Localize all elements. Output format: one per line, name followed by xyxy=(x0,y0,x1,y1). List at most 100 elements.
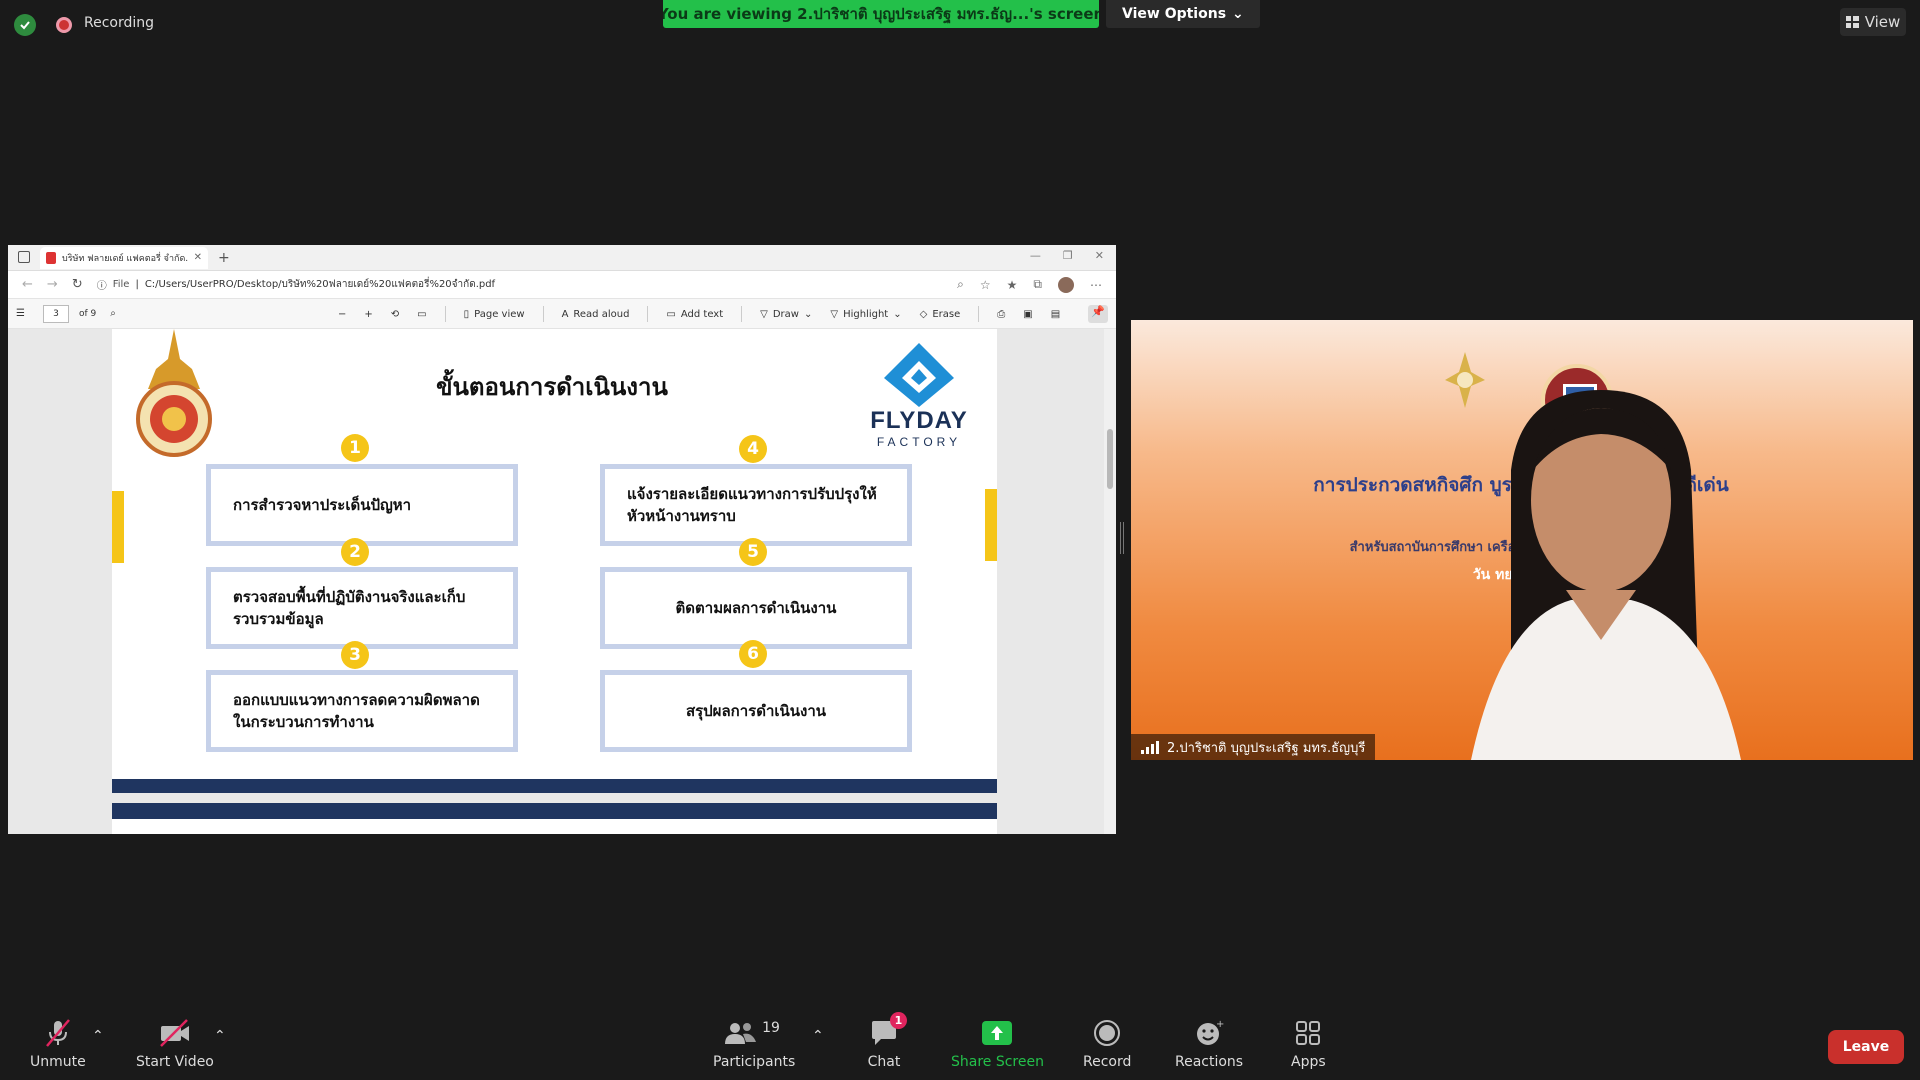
add-text-button[interactable]: ▭ Add text xyxy=(666,309,723,320)
forward-icon[interactable]: → xyxy=(47,277,58,292)
close-icon[interactable]: ✕ xyxy=(1095,249,1104,262)
chat-button[interactable]: 1 Chat xyxy=(867,1012,907,1070)
highlight-button[interactable]: ▽ Highlight ⌄ xyxy=(830,309,901,320)
leave-button[interactable]: Leave xyxy=(1828,1030,1904,1064)
refresh-icon[interactable]: ↻ xyxy=(72,277,83,292)
erase-button[interactable]: ◇ Erase xyxy=(920,309,961,320)
address-field[interactable]: ⓘ File | C:/Users/UserPRO/Desktop/บริษัท… xyxy=(97,277,943,292)
share-screen-label: Share Screen xyxy=(951,1054,1044,1070)
browser-tab[interactable]: บริษัท ฟลายเดย์ แฟคตอรี่ จำกัด.pdf ✕ xyxy=(40,246,208,269)
browser-tab-bar: บริษัท ฟลายเดย์ แฟคตอรี่ จำกัด.pdf ✕ + —… xyxy=(8,245,1116,271)
security-shield-icon[interactable] xyxy=(14,14,36,36)
recording-label: Recording xyxy=(84,15,155,31)
read-aloud-icon: A xyxy=(561,308,569,320)
reactions-label: Reactions xyxy=(1175,1054,1244,1070)
participants-button[interactable]: 19 Participants xyxy=(713,1018,795,1070)
pdf-page: ขั้นตอนการดำเนินงาน FLYDAY FACTORY 1 การ… xyxy=(112,329,997,793)
contents-icon[interactable]: ☰ xyxy=(16,308,25,319)
address-bar: ← → ↻ ⓘ File | C:/Users/UserPRO/Desktop/… xyxy=(8,271,1116,299)
chevron-down-icon: ⌄ xyxy=(803,308,813,320)
participant-name-tag: 2.ปาริชาติ บุญประเสริฐ มทร.ธัญบุรี xyxy=(1131,734,1376,760)
print-icon[interactable]: ⎙ xyxy=(997,309,1005,320)
signal-strength-icon xyxy=(1141,740,1159,754)
grid-view-icon xyxy=(1845,16,1859,28)
view-options-button[interactable]: View Options ⌄ xyxy=(1106,0,1260,28)
back-icon[interactable]: ← xyxy=(22,277,33,292)
next-pdf-page xyxy=(112,803,997,834)
participant-video[interactable]: การประกวดสหกิจศึก บูรณาการกับการทำงานดีเ… xyxy=(1131,320,1913,760)
step-box: ตรวจสอบพื้นที่ปฏิบัติงานจริงและเก็บรวบรว… xyxy=(206,567,518,649)
profile-avatar[interactable] xyxy=(1058,276,1074,293)
share-screen-button[interactable]: Share Screen xyxy=(951,1018,1044,1070)
draw-button[interactable]: ▽ Draw ⌄ xyxy=(760,309,812,320)
rotate-icon[interactable]: ⟲ xyxy=(391,309,399,320)
view-button[interactable]: View xyxy=(1840,8,1906,36)
record-button[interactable]: Record xyxy=(1083,1018,1131,1070)
save-icon[interactable]: ▣ xyxy=(1023,309,1032,320)
favorites-list-icon[interactable]: ★ xyxy=(1007,278,1018,292)
chat-badge: 1 xyxy=(890,1012,907,1029)
maximize-icon[interactable]: ❐ xyxy=(1063,249,1073,262)
read-aloud-button[interactable]: A Read aloud xyxy=(562,309,630,320)
reactions-button[interactable]: + Reactions xyxy=(1175,1018,1243,1070)
logo-line1: FLYDAY xyxy=(870,407,968,434)
meeting-toolbar: Unmute ⌃ Start Video ⌃ 19 Participants ⌃… xyxy=(0,1004,1920,1080)
page-number-input[interactable]: 3 xyxy=(42,304,69,323)
view-options-label: View Options xyxy=(1122,6,1227,22)
view-label: View xyxy=(1864,13,1901,31)
search-icon[interactable]: ⌕ xyxy=(110,308,116,319)
start-video-label: Start Video xyxy=(136,1054,214,1070)
step-number: 2 xyxy=(341,538,369,566)
window-controls: — ❐ ✕ xyxy=(1030,249,1104,262)
zoom-in-icon[interactable]: + xyxy=(364,309,372,320)
apps-button[interactable]: Apps xyxy=(1291,1018,1326,1070)
participant-person xyxy=(1471,390,1741,760)
address-prefix: File xyxy=(112,279,130,290)
scrollbar[interactable] xyxy=(1104,329,1116,834)
divider: | xyxy=(135,279,139,290)
participant-name: 2.ปาริชาติ บุญประเสริฐ มทร.ธัญบุรี xyxy=(1167,740,1366,756)
step-box: ติดตามผลการดำเนินงาน xyxy=(600,567,912,649)
step-box: ออกแบบแนวทางการลดความผิดพลาดในกระบวนการท… xyxy=(206,670,518,752)
pin-toolbar-icon[interactable]: 📌 xyxy=(1088,305,1108,323)
browser-actions: ⌕ ☆ ★ ⧉ ⋯ xyxy=(957,276,1102,293)
video-options-chevron-icon[interactable]: ⌃ xyxy=(214,1028,226,1044)
info-icon: ⓘ xyxy=(96,281,107,292)
viewing-banner: You are viewing 2.ปาริชาติ บุญประเสริฐ ม… xyxy=(663,0,1099,28)
apps-icon xyxy=(1291,1018,1325,1048)
favorite-icon[interactable]: ☆ xyxy=(980,278,991,292)
chevron-down-icon: ⌄ xyxy=(1232,6,1244,22)
more-icon[interactable]: ⋯ xyxy=(1090,278,1102,292)
apps-label: Apps xyxy=(1291,1054,1326,1070)
fit-page-icon[interactable]: ▭ xyxy=(417,309,426,320)
unmute-label: Unmute xyxy=(30,1054,86,1070)
page-view-button[interactable]: ▯ Page view xyxy=(464,309,525,320)
unmute-button[interactable]: Unmute xyxy=(30,1018,86,1070)
step-number: 3 xyxy=(341,641,369,669)
participants-count: 19 xyxy=(762,1020,780,1036)
pdf-document-area[interactable]: ขั้นตอนการดำเนินงาน FLYDAY FACTORY 1 การ… xyxy=(8,329,1116,834)
pdf-tools: − + ⟲ ▭ ▯ Page view A Read aloud ▭ Add text… xyxy=(338,299,1060,329)
sidebar-toggle-icon[interactable] xyxy=(18,251,30,263)
participants-options-chevron-icon[interactable]: ⌃ xyxy=(812,1028,824,1044)
minimize-icon[interactable]: — xyxy=(1030,249,1041,262)
step-box: สรุปผลการดำเนินงาน xyxy=(600,670,912,752)
zoom-out-icon[interactable]: − xyxy=(338,309,346,320)
zoom-icon[interactable]: ⌕ xyxy=(957,277,964,292)
recording-icon xyxy=(56,17,72,33)
svg-text:+: + xyxy=(1216,1019,1224,1030)
top-bar: Recording You are viewing 2.ปาริชาติ บุญ… xyxy=(0,0,1920,50)
splitter-handle[interactable] xyxy=(1120,522,1124,554)
tab-title: บริษัท ฟลายเดย์ แฟคตอรี่ จำกัด.pdf xyxy=(62,253,188,264)
logo-line2: FACTORY xyxy=(876,435,962,449)
save-as-icon[interactable]: ▤ xyxy=(1051,309,1060,320)
audio-options-chevron-icon[interactable]: ⌃ xyxy=(92,1028,104,1044)
new-tab-icon[interactable]: + xyxy=(218,250,230,266)
flyday-logo: FLYDAY FACTORY xyxy=(864,341,974,451)
tab-close-icon[interactable]: ✕ xyxy=(194,252,202,263)
participants-label: Participants xyxy=(713,1054,796,1070)
pdf-icon xyxy=(46,251,56,264)
start-video-button[interactable]: Start Video xyxy=(136,1018,214,1070)
scrollbar-thumb[interactable] xyxy=(1107,429,1113,489)
collections-icon[interactable]: ⧉ xyxy=(1033,277,1042,292)
